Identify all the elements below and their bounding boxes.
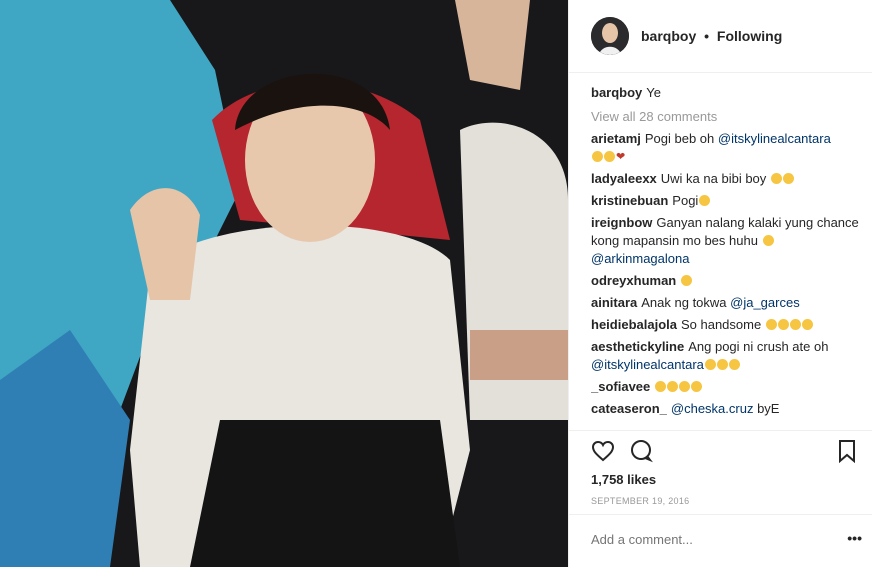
smiley-emoji-icon	[704, 359, 716, 370]
comment-username[interactable]: arietamj	[591, 131, 641, 146]
comment-item: aesthetickyline Ang pogi ni crush ate oh …	[591, 338, 861, 374]
smiley-emoji-icon	[592, 151, 603, 162]
comment-item: odreyxhuman	[591, 272, 861, 290]
smiley-emoji-icon	[765, 319, 777, 330]
likes-count[interactable]: 1,758 likes	[591, 472, 656, 487]
comment-username[interactable]: aesthetickyline	[591, 339, 684, 354]
comment-item: ainitara Anak ng tokwa @ja_garces	[591, 294, 861, 312]
header-text: barqboy • Following	[641, 28, 782, 44]
comment-item: kristinebuan Pogi	[591, 192, 861, 210]
mention-link[interactable]: @itskylinealcantara	[718, 131, 831, 146]
comment-username[interactable]: odreyxhuman	[591, 273, 676, 288]
comment-text: So handsome	[680, 317, 765, 332]
smiley-emoji-icon	[777, 319, 789, 330]
smiley-emoji-icon	[655, 381, 667, 392]
post-side-panel: barqboy • Following barqboy Ye View all 2…	[568, 0, 872, 567]
view-all-comments-link[interactable]: View all 28 comments	[591, 108, 861, 126]
smiley-emoji-icon	[691, 381, 703, 392]
mention-link[interactable]: @cheska.cruz	[671, 401, 754, 416]
heart-outline-icon[interactable]	[591, 439, 615, 463]
smiley-emoji-icon	[604, 151, 615, 162]
more-options-icon[interactable]: •••	[847, 530, 862, 546]
comments-list: barqboy Ye View all 28 comments arietamj P…	[591, 80, 861, 430]
caption: barqboy Ye	[591, 84, 861, 102]
smiley-emoji-icon	[770, 173, 782, 184]
comment-item: _sofiavee	[591, 378, 861, 396]
comment-username[interactable]: cateaseron_	[591, 401, 667, 416]
smiley-emoji-icon	[667, 381, 679, 392]
comment-text: byE	[753, 401, 780, 416]
comment-username[interactable]: ainitara	[591, 295, 637, 310]
divider	[569, 514, 872, 515]
comment-text: Uwi ka na bibi boy	[660, 171, 770, 186]
comment-text: Anak ng tokwa	[641, 295, 731, 310]
smiley-emoji-icon	[801, 319, 813, 330]
post-date: SEPTEMBER 19, 2016	[591, 496, 690, 506]
smiley-emoji-icon	[782, 173, 794, 184]
header-username[interactable]: barqboy	[641, 28, 696, 44]
smiley-emoji-icon	[789, 319, 801, 330]
smiley-emoji-icon	[681, 275, 693, 286]
caption-text: Ye	[646, 85, 662, 100]
comment-item: heidiebalajola So handsome	[591, 316, 861, 334]
smiley-emoji-icon	[728, 359, 740, 370]
post-header: barqboy • Following	[569, 0, 872, 73]
add-comment-input[interactable]	[591, 532, 831, 547]
comment-item: ladyaleexx Uwi ka na bibi boy	[591, 170, 861, 188]
comment-text: Pogi	[672, 193, 699, 208]
comment-username[interactable]: kristinebuan	[591, 193, 668, 208]
mention-link[interactable]: @arkinmagalona	[591, 251, 689, 266]
smiley-emoji-icon	[679, 381, 691, 392]
comment-item: cateaseron_ @cheska.cruz byE	[591, 400, 861, 418]
divider	[569, 430, 872, 431]
comment-username[interactable]: _sofiavee	[591, 379, 650, 394]
comment-item: ireignbow Ganyan nalang kalaki yung chanc…	[591, 214, 861, 268]
smiley-emoji-icon	[716, 359, 728, 370]
comment-item: arietamj Pogi beb oh @itskylinealcantara	[591, 130, 861, 166]
comment-username[interactable]: ladyaleexx	[591, 171, 657, 186]
smiley-emoji-icon	[699, 195, 711, 206]
follow-status-button[interactable]: Following	[717, 28, 782, 44]
action-bar	[569, 437, 872, 467]
post-photo[interactable]	[0, 0, 568, 567]
mention-link[interactable]: @itskylinealcantara	[591, 357, 704, 372]
heart-emoji-icon	[616, 148, 627, 166]
comment-username[interactable]: ireignbow	[591, 215, 652, 230]
caption-username[interactable]: barqboy	[591, 85, 642, 100]
comment-text: Pogi beb oh	[644, 131, 718, 146]
comment-username[interactable]: heidiebalajola	[591, 317, 677, 332]
header-separator: •	[704, 28, 710, 44]
speech-bubble-icon[interactable]	[629, 439, 653, 463]
bookmark-icon[interactable]	[837, 439, 857, 463]
instagram-post: barqboy • Following barqboy Ye View all 2…	[0, 0, 872, 567]
mention-link[interactable]: @ja_garces	[730, 295, 800, 310]
avatar[interactable]	[591, 17, 629, 55]
comment-text: Ang pogi ni crush ate oh	[688, 339, 829, 354]
smiley-emoji-icon	[762, 235, 774, 246]
